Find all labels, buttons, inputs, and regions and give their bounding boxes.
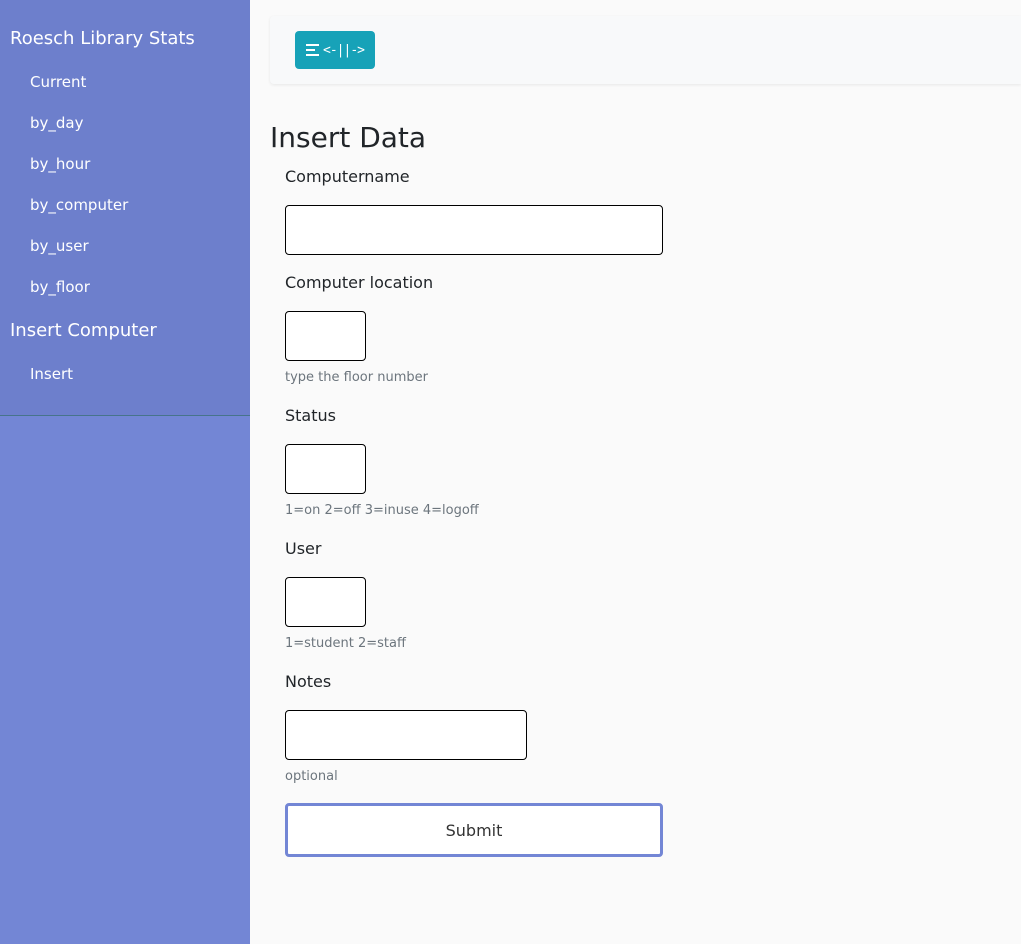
sidebar-item-by-user[interactable]: by_user: [30, 237, 89, 255]
toggle-label: <-||->: [323, 42, 365, 58]
bars-icon: [306, 44, 320, 56]
user-label: User: [285, 539, 322, 558]
location-field[interactable]: [285, 311, 366, 361]
status-label: Status: [285, 406, 336, 425]
submit-button[interactable]: Submit: [285, 803, 663, 857]
sidebar-item-by-computer[interactable]: by_computer: [30, 196, 128, 214]
user-hint: 1=student 2=staff: [285, 636, 406, 651]
sidebar-item-insert[interactable]: Insert: [30, 365, 73, 383]
user-field[interactable]: [285, 577, 366, 627]
sidebar-heading-insert: Insert Computer: [10, 320, 157, 341]
location-hint: type the floor number: [285, 370, 428, 385]
sidebar-item-by-day[interactable]: by_day: [30, 114, 84, 132]
status-hint: 1=on 2=off 3=inuse 4=logoff: [285, 503, 479, 518]
page-title: Insert Data: [270, 121, 427, 154]
status-field[interactable]: [285, 444, 366, 494]
location-label: Computer location: [285, 273, 434, 292]
sidebar-heading-stats: Roesch Library Stats: [10, 28, 195, 49]
computername-label: Computername: [285, 167, 410, 186]
computername-field[interactable]: [285, 205, 663, 255]
sidebar: Roesch Library Stats Current by_day by_h…: [0, 0, 250, 944]
sidebar-toggle-button[interactable]: <-||->: [295, 31, 375, 69]
sidebar-item-by-floor[interactable]: by_floor: [30, 278, 90, 296]
top-navbar: <-||->: [270, 16, 1021, 84]
notes-label: Notes: [285, 672, 332, 691]
sidebar-panel: Roesch Library Stats Current by_day by_h…: [0, 0, 250, 416]
notes-hint: optional: [285, 769, 338, 784]
notes-field[interactable]: [285, 710, 527, 760]
sidebar-item-current[interactable]: Current: [30, 73, 86, 91]
sidebar-item-by-hour[interactable]: by_hour: [30, 155, 90, 173]
